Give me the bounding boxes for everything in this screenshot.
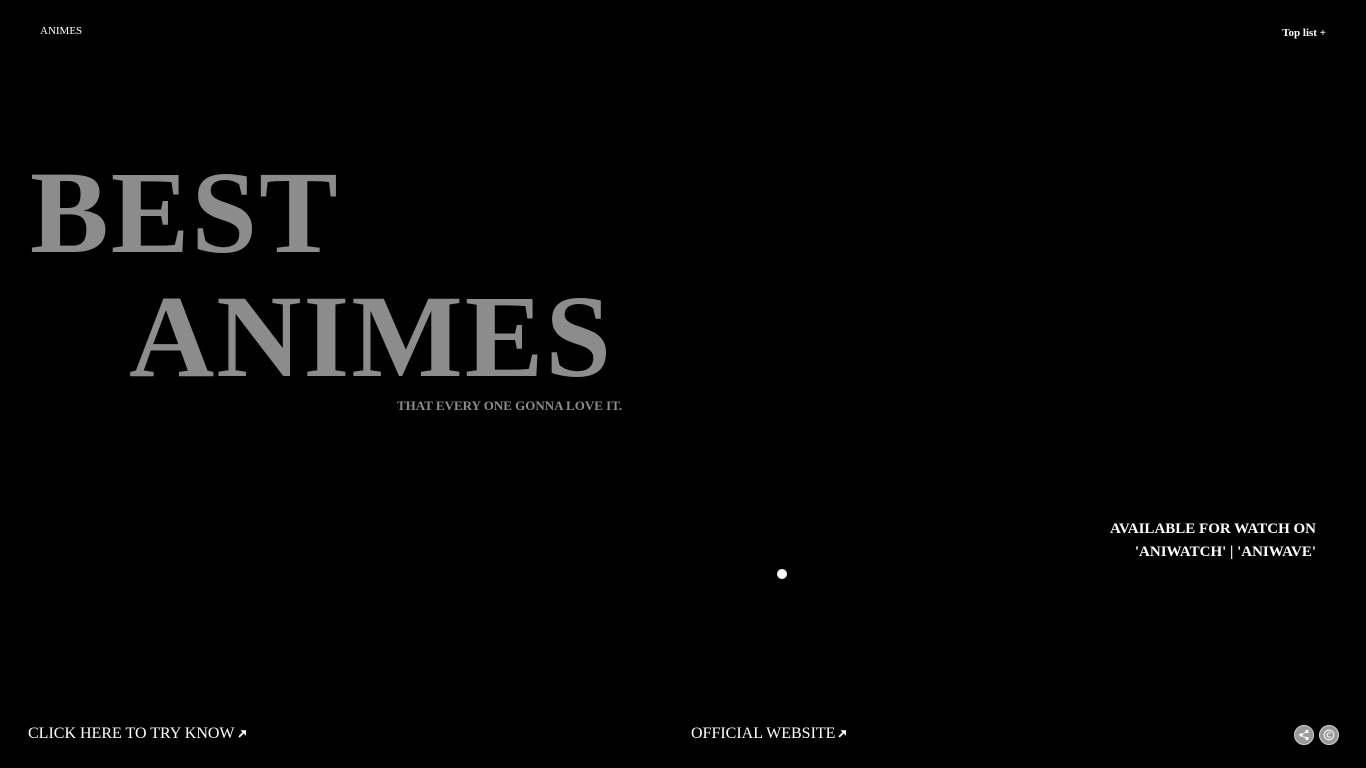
arrow-up-right-icon — [838, 725, 847, 743]
availability-line-2: 'ANIWATCH' | 'ANIWAVE' — [1134, 544, 1316, 560]
availability-text: AVAILABLE FOR WATCH ON 'ANIWATCH' | 'ANI… — [1110, 518, 1316, 564]
top-list-link[interactable]: Top list + — [1282, 27, 1326, 39]
cursor-dot — [777, 569, 787, 579]
brand-logo[interactable]: ANIMES — [40, 25, 82, 37]
share-icon[interactable] — [1294, 725, 1314, 745]
official-website-label: OFFICIAL WEBSITE — [691, 725, 836, 742]
copyright-icon[interactable] — [1319, 725, 1339, 745]
try-now-label: CLICK HERE TO TRY KNOW — [28, 725, 235, 742]
hero-title-line-2: ANIMES — [129, 271, 614, 402]
official-website-link[interactable]: OFFICIAL WEBSITE — [691, 725, 847, 743]
try-now-link[interactable]: CLICK HERE TO TRY KNOW — [28, 725, 247, 743]
availability-line-1: AVAILABLE FOR WATCH ON — [1109, 521, 1316, 537]
arrow-up-right-icon — [237, 725, 247, 743]
hero-title-line-1: BEST — [30, 147, 340, 278]
hero-tagline: THAT EVERY ONE GONNA LOVE IT. — [397, 398, 623, 413]
footer-icons — [1294, 725, 1339, 745]
